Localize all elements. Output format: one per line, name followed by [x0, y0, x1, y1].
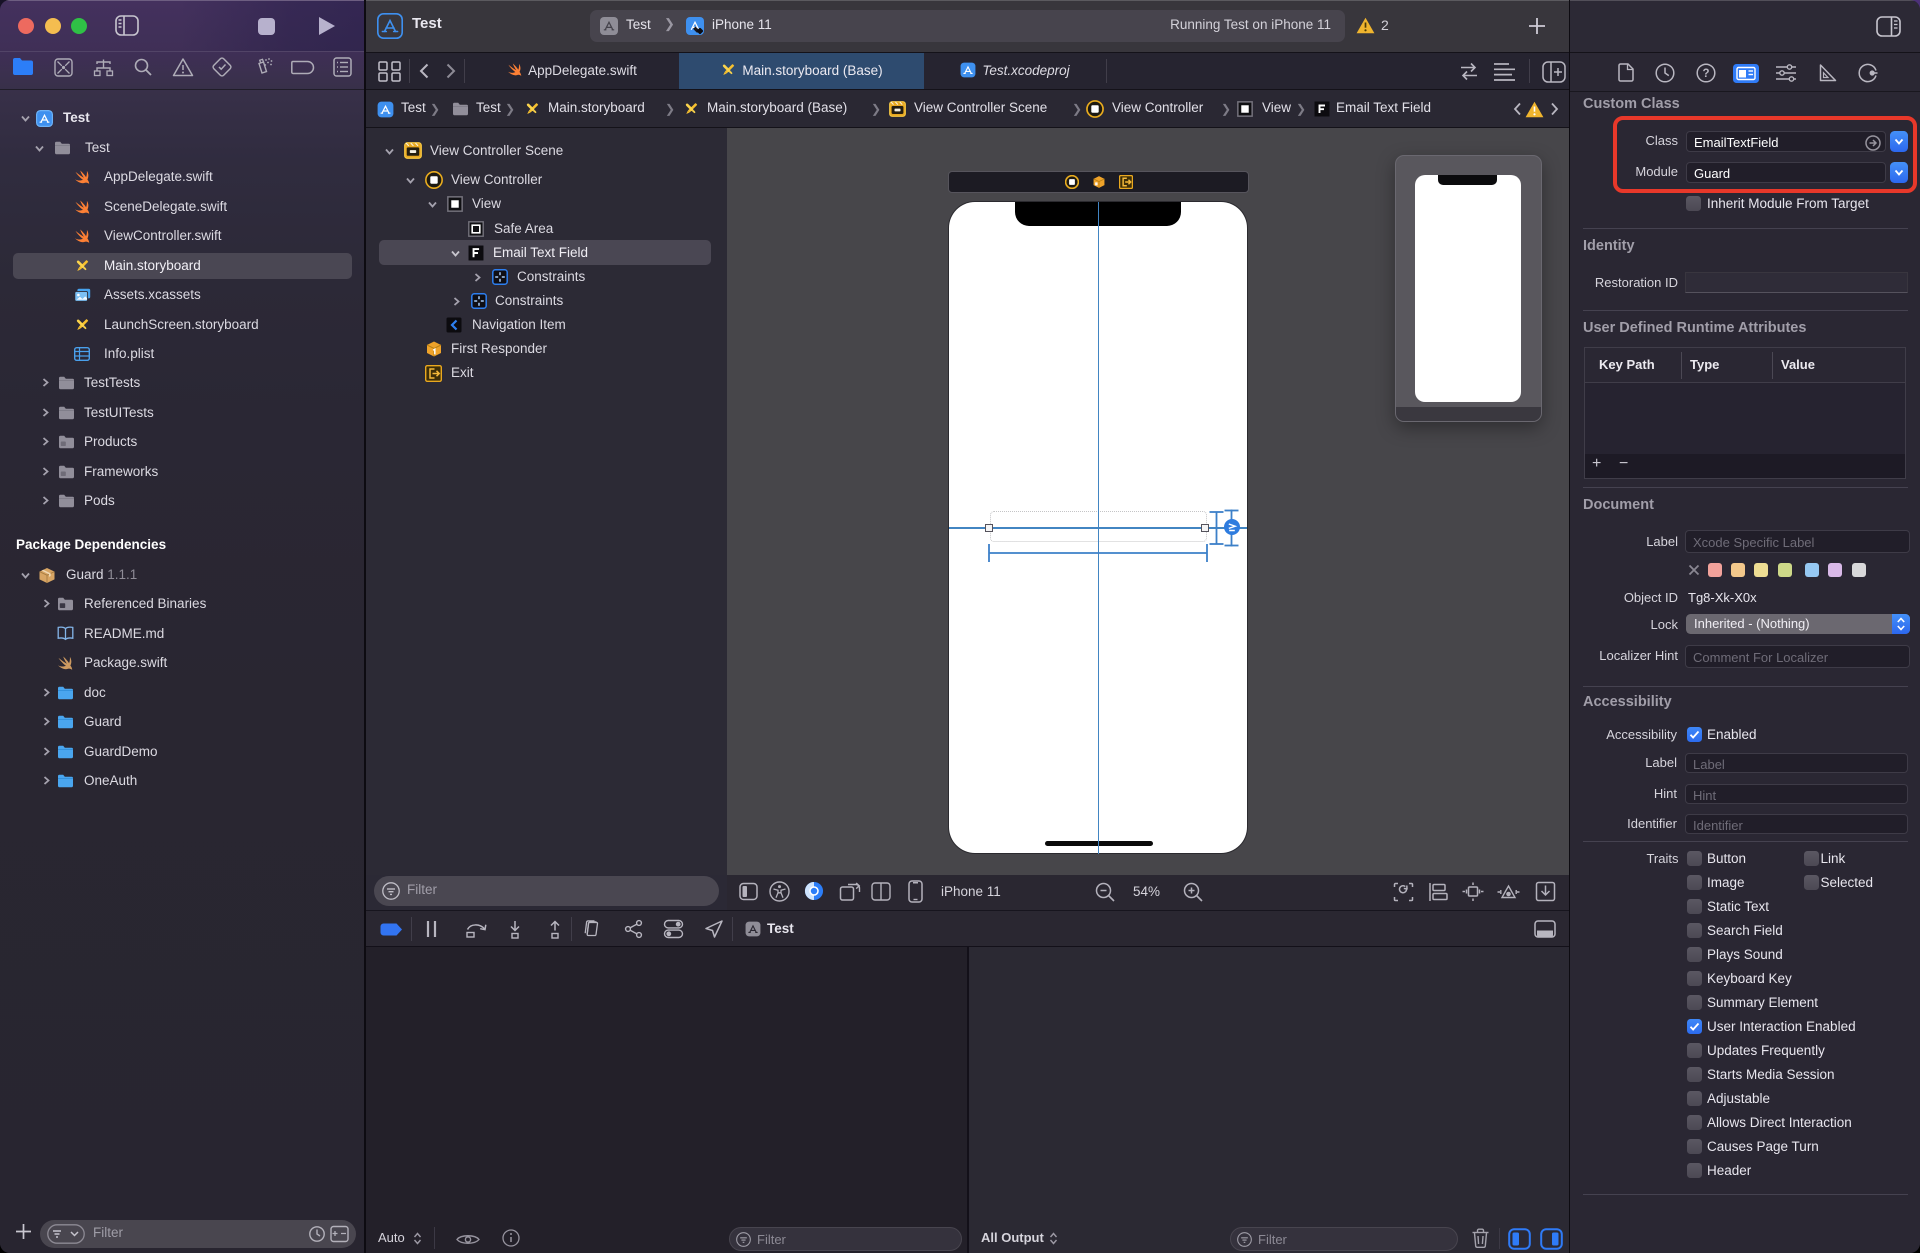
svg-text:?: ?	[1702, 68, 1709, 80]
